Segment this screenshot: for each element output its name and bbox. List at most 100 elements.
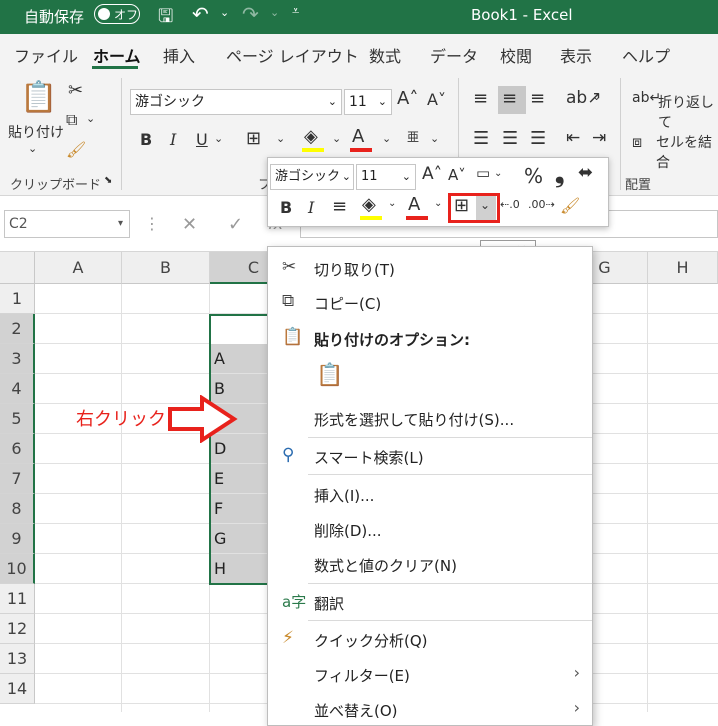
row-header[interactable]: 11 <box>0 584 35 614</box>
row-header[interactable]: 6 <box>0 434 35 464</box>
column-header-h[interactable]: H <box>648 252 718 284</box>
menu-item-sort[interactable]: 並べ替え(O) › <box>268 692 592 726</box>
decrease-indent-icon[interactable]: ⇤ <box>566 128 580 148</box>
format-painter-icon[interactable]: 🖌 <box>66 140 86 159</box>
align-middle-icon[interactable]: ≡ <box>502 88 517 109</box>
border-dropdown-icon[interactable]: ⌄ <box>480 198 490 212</box>
save-icon[interactable]: 🖫 <box>158 4 173 34</box>
menu-item-translate[interactable]: a字 翻訳 <box>268 585 592 619</box>
wrap-text-label[interactable]: 折り返して <box>658 92 718 132</box>
italic-icon[interactable]: I <box>308 198 314 217</box>
merge-cells-label[interactable]: セルを結合 <box>656 132 718 172</box>
orientation-dropdown-icon[interactable]: ⌄ <box>592 90 601 103</box>
tab-review[interactable]: 校閲 <box>500 43 532 67</box>
align-right-icon[interactable]: ☰ <box>530 128 546 149</box>
paste-dropdown-icon[interactable]: ⌄ <box>28 142 37 155</box>
number-format-icon[interactable]: ▭ <box>476 164 490 182</box>
increase-indent-icon[interactable]: ⇥ <box>592 128 606 148</box>
copy-icon[interactable]: ⧉ <box>66 110 77 130</box>
bold-icon[interactable]: B <box>140 130 152 149</box>
underline-icon[interactable]: U <box>196 130 208 149</box>
border-dropdown-icon[interactable]: ⌄ <box>276 132 285 145</box>
scissors-icon[interactable]: ✂ <box>68 80 83 101</box>
font-color-dropdown-icon[interactable]: ⌄ <box>382 132 391 145</box>
fill-color-icon[interactable]: ◈ <box>304 126 318 147</box>
clipboard-launcher-icon[interactable]: ⬊ <box>104 175 112 186</box>
italic-icon[interactable]: I <box>170 130 176 149</box>
row-header[interactable]: 12 <box>0 614 35 644</box>
align-top-icon[interactable]: ≡ <box>473 88 488 109</box>
menu-item-quick-analysis[interactable]: ⚡ クイック分析(Q) <box>268 622 592 656</box>
confirm-entry-icon[interactable]: ✓ <box>228 214 243 235</box>
font-color-dropdown-icon[interactable]: ⌄ <box>434 198 442 209</box>
copy-dropdown-icon[interactable]: ⌄ <box>86 112 95 125</box>
autosave-toggle[interactable]: オフ <box>94 4 140 24</box>
bold-icon[interactable]: B <box>280 198 292 217</box>
select-all-corner[interactable] <box>0 252 35 284</box>
menu-item-cut[interactable]: ✂ 切り取り(T) <box>268 251 592 285</box>
align-center-icon[interactable]: ≡ <box>332 196 347 217</box>
merge-cells-icon[interactable]: ⧈ <box>632 132 642 152</box>
menu-item-paste-special[interactable]: 形式を選択して貼り付け(S)... <box>268 401 592 435</box>
align-left-icon[interactable]: ☰ <box>473 128 489 149</box>
row-header[interactable]: 4 <box>0 374 35 404</box>
format-painter-icon[interactable]: 🖌 <box>560 196 580 215</box>
row-header[interactable]: 7 <box>0 464 35 494</box>
mini-font-name-box[interactable]: 游ゴシック ⌄ <box>270 164 354 190</box>
border-icon[interactable]: ⊞ <box>454 195 469 216</box>
tab-insert[interactable]: 挿入 <box>163 43 195 67</box>
tab-data[interactable]: データ <box>430 43 478 67</box>
tab-formulas[interactable]: 数式 <box>369 43 401 67</box>
paste-option-icon[interactable]: 📋 <box>316 363 343 388</box>
column-header-a[interactable]: A <box>35 252 122 284</box>
row-header[interactable]: 8 <box>0 494 35 524</box>
row-header[interactable]: 14 <box>0 674 35 704</box>
paste-label[interactable]: 貼り付け <box>8 122 64 142</box>
grow-font-icon[interactable]: A˄ <box>397 88 418 109</box>
font-color-icon[interactable]: A <box>352 126 364 147</box>
tab-file[interactable]: ファイル <box>14 43 78 67</box>
phonetic-icon[interactable]: 亜 <box>407 128 419 145</box>
tab-home[interactable]: ホーム <box>93 43 141 67</box>
menu-item-filter[interactable]: フィルター(E) › <box>268 657 592 691</box>
tab-view[interactable]: 表示 <box>560 43 592 67</box>
mini-font-size-box[interactable]: 11 ⌄ <box>356 164 416 190</box>
percent-style-icon[interactable]: % <box>524 164 543 188</box>
menu-item-copy[interactable]: ⧉ コピー(C) <box>268 285 592 319</box>
row-header[interactable]: 3 <box>0 344 35 374</box>
undo-dropdown-icon[interactable]: ⌄ <box>220 6 229 19</box>
row-header[interactable]: 13 <box>0 644 35 674</box>
redo-icon[interactable]: ↷ <box>242 2 259 26</box>
row-header[interactable]: 10 <box>0 554 35 584</box>
decrease-decimal-icon[interactable]: .00⇢ <box>528 198 555 211</box>
phonetic-dropdown-icon[interactable]: ⌄ <box>430 132 439 145</box>
font-name-box[interactable]: 游ゴシック ⌄ <box>130 89 342 115</box>
fill-color-dropdown-icon[interactable]: ⌄ <box>332 132 341 145</box>
menu-item-insert[interactable]: 挿入(I)... <box>268 477 592 511</box>
underline-dropdown-icon[interactable]: ⌄ <box>214 132 223 145</box>
name-box[interactable]: C2 ▾ <box>4 210 130 238</box>
cancel-entry-icon[interactable]: ✕ <box>182 214 197 235</box>
tab-page-layout[interactable]: ページ レイアウト <box>226 43 359 67</box>
wrap-text-icon[interactable]: ab↵ <box>632 90 661 106</box>
fill-color-dropdown-icon[interactable]: ⌄ <box>388 198 396 209</box>
shrink-font-icon[interactable]: A˅ <box>427 90 446 109</box>
column-header-b[interactable]: B <box>122 252 210 284</box>
comma-style-icon[interactable]: ❟ <box>555 160 564 188</box>
font-size-box[interactable]: 11 ⌄ <box>344 89 392 115</box>
row-header[interactable]: 9 <box>0 524 35 554</box>
merge-center-icon[interactable]: ⬌ <box>578 162 593 183</box>
row-header[interactable]: 5 <box>0 404 35 434</box>
row-header[interactable]: 1 <box>0 284 35 314</box>
border-icon[interactable]: ⊞ <box>246 128 261 149</box>
row-header[interactable]: 2 <box>0 314 35 344</box>
align-bottom-icon[interactable]: ≡ <box>530 88 545 109</box>
shrink-font-icon[interactable]: A˅ <box>448 166 466 184</box>
number-format-dropdown-icon[interactable]: ⌄ <box>494 168 502 179</box>
customize-qat-icon[interactable]: ⩡ <box>292 4 299 19</box>
tab-help[interactable]: ヘルプ <box>622 43 670 67</box>
menu-item-delete[interactable]: 削除(D)... <box>268 512 592 546</box>
grow-font-icon[interactable]: A˄ <box>422 164 442 184</box>
font-color-icon[interactable]: A <box>408 194 420 215</box>
align-center-icon[interactable]: ☰ <box>502 128 518 149</box>
